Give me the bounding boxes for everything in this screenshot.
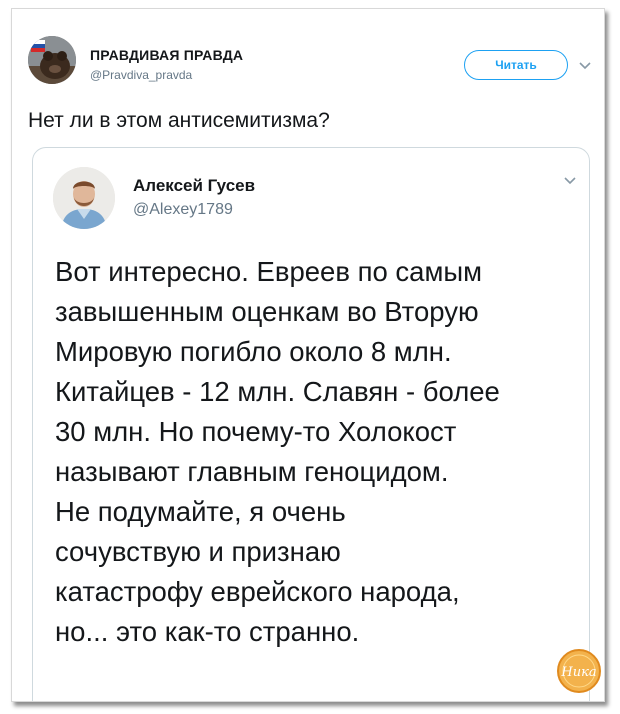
tweet-text: Нет ли в этом антисемитизма? — [28, 109, 330, 132]
quoted-tweet-text: Вот интересно. Евреев по самым завышенны… — [55, 256, 500, 647]
chevron-down-icon[interactable] — [563, 176, 577, 186]
quoted-author-handle[interactable]: @Alexey1789 — [133, 201, 233, 219]
watermark-icon: Ника — [557, 649, 601, 693]
quoted-tweet[interactable]: Алексей Гусев @Alexey1789 Вот интересно.… — [32, 147, 590, 701]
bear-avatar-icon — [28, 36, 76, 84]
person-avatar-icon — [53, 167, 115, 229]
quoted-author-avatar[interactable] — [53, 167, 115, 229]
tweet-header: ПРАВДИВАЯ ПРАВДА @Pravdiva_pravda Читать — [26, 36, 596, 96]
author-avatar[interactable] — [28, 36, 76, 84]
quoted-author-name[interactable]: Алексей Гусев — [133, 176, 255, 196]
follow-button[interactable]: Читать — [464, 50, 568, 80]
author-handle[interactable]: @Pravdiva_pravda — [90, 68, 192, 82]
watermark-logo: Ника — [556, 648, 602, 694]
screenshot-frame: ПРАВДИВАЯ ПРАВДА @Pravdiva_pravda Читать… — [11, 8, 605, 702]
chevron-down-icon[interactable] — [578, 61, 592, 71]
author-name[interactable]: ПРАВДИВАЯ ПРАВДА — [90, 47, 243, 63]
watermark-text: Ника — [560, 665, 596, 680]
